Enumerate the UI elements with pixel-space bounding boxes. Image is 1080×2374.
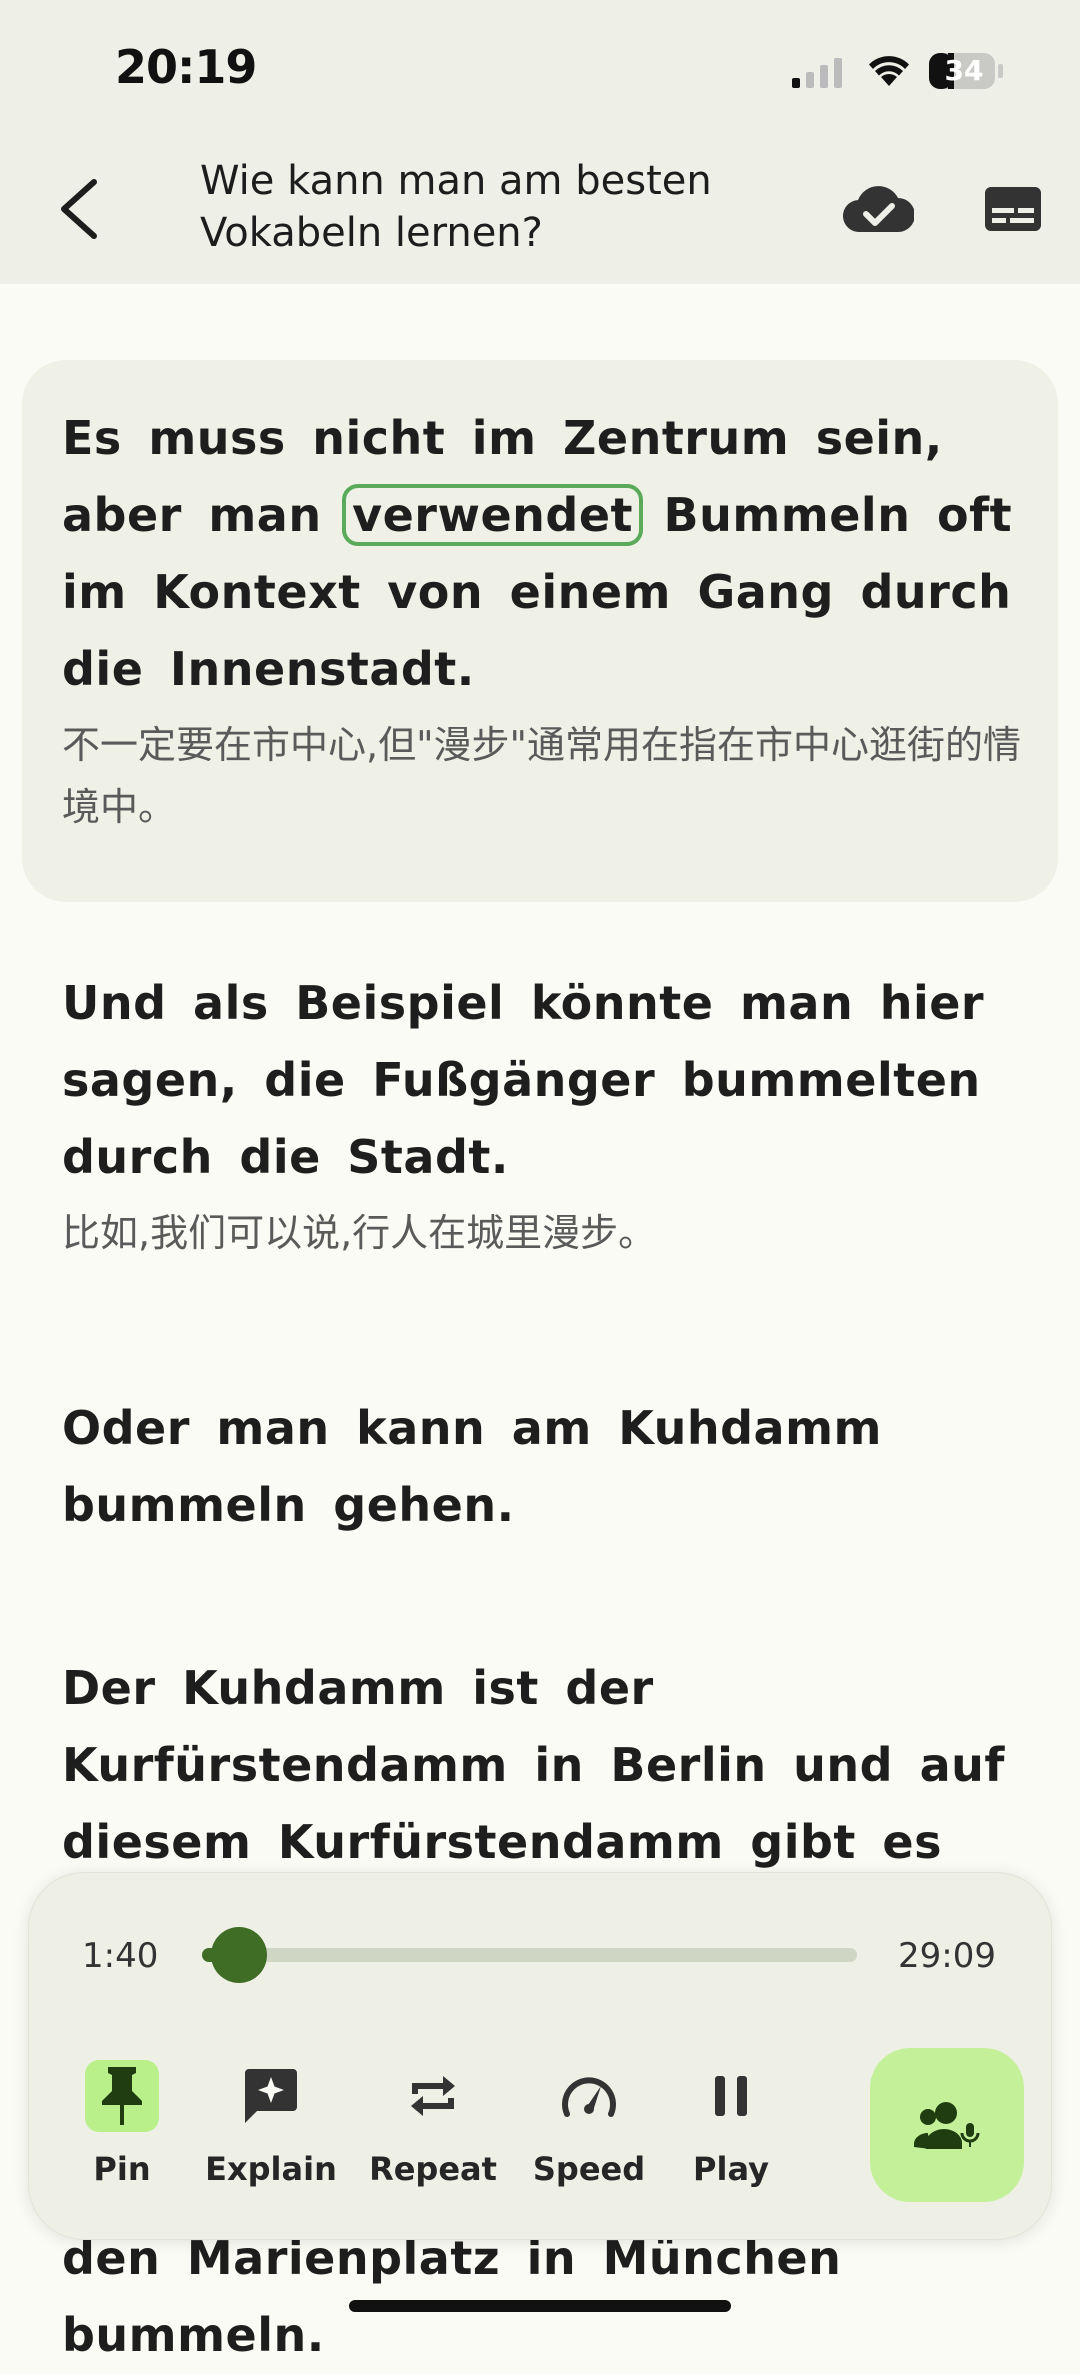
pin-button[interactable]: Pin [47,2060,197,2188]
elapsed-time: 1:40 [82,1936,159,1976]
speaking-people-icon [914,2102,980,2149]
subtitles-icon[interactable] [984,186,1042,232]
german-text[interactable]: Es muss nicht im Zentrum sein, aber man … [62,400,1022,708]
pin-icon [85,2060,159,2132]
highlighted-word[interactable]: verwendet [342,484,644,546]
status-time: 20:19 [115,40,257,94]
explain-button[interactable]: Explain [196,2060,346,2188]
repeat-button[interactable]: Repeat [358,2060,508,2188]
wifi-icon [869,56,909,86]
transcript-sentence[interactable]: Und als Beispiel könnte man hier sagen, … [62,965,1022,1264]
transcript-sentence[interactable]: Oder man kann am Kuhdamm bummeln gehen. [62,1390,1022,1544]
german-text[interactable]: Der Kuhdamm ist der Kurfürstendamm in Be… [62,1650,1022,1881]
repeat-label: Repeat [369,2150,497,2188]
german-text[interactable]: den Marienplatz in München bummeln. [62,2220,1022,2374]
translation-text: 比如,我们可以说,行人在城里漫步。 [62,1211,657,1255]
translation-text: 不一定要在市中心,但"漫步"通常用在指在市中心逛街的情境中。 [62,723,1022,829]
german-text[interactable]: Oder man kann am Kuhdamm bummeln gehen. [62,1390,1022,1544]
cloud-done-icon[interactable] [842,182,914,234]
lesson-title: Wie kann man am besten Vokabeln lernen? [200,158,712,256]
back-arrow-icon[interactable] [52,178,106,240]
pin-label: Pin [93,2150,151,2188]
transcript-sentence[interactable]: Der Kuhdamm ist der Kurfürstendamm in Be… [62,1650,1022,1881]
explain-label: Explain [205,2150,337,2188]
progress-slider[interactable] [202,1927,857,1983]
speed-button[interactable]: Speed [514,2060,664,2188]
explain-sparkle-icon [234,2060,308,2132]
status-bar: 20:19 34 [0,0,1080,140]
play-label: Play [693,2150,769,2188]
progress-thumb[interactable] [211,1927,267,1983]
battery-level: 34 [944,54,984,87]
speed-gauge-icon [552,2060,626,2132]
battery-icon: 34 [928,52,1004,90]
transcript-sentence[interactable]: den Marienplatz in München bummeln. [62,2220,1022,2374]
voice-practice-button[interactable] [870,2048,1024,2202]
total-time: 29:09 [898,1936,996,1976]
repeat-icon [396,2060,470,2132]
pause-icon [694,2060,768,2132]
play-pause-button[interactable]: Play [656,2060,806,2188]
speed-label: Speed [532,2150,646,2188]
transcript-sentence-active[interactable]: Es muss nicht im Zentrum sein, aber man … [62,400,1022,838]
cellular-signal-icon [792,58,842,88]
german-text[interactable]: Und als Beispiel könnte man hier sagen, … [62,965,1022,1196]
home-indicator [349,2300,731,2312]
